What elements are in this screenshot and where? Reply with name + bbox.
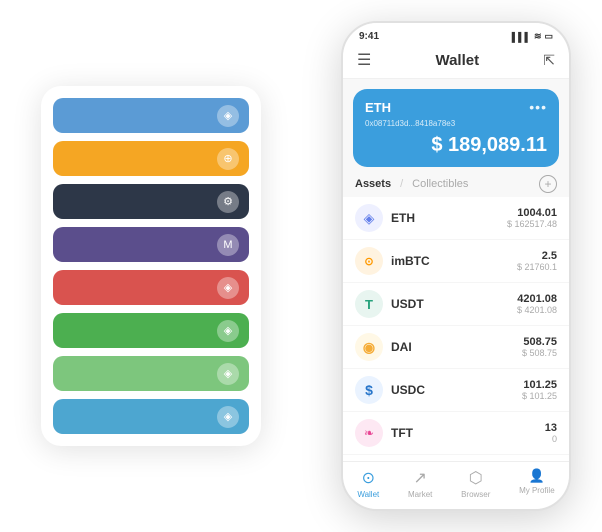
bg-row-icon-3: ⚙	[217, 191, 239, 213]
asset-row-usdt[interactable]: T USDT 4201.08 $ 4201.08	[343, 283, 569, 326]
eth-values: 1004.01 $ 162517.48	[507, 207, 557, 229]
tab-collectibles[interactable]: Collectibles	[412, 178, 468, 190]
bg-row-4: M	[53, 227, 249, 262]
battery-icon: ▭	[544, 31, 553, 42]
imbtc-name: imBTC	[391, 254, 517, 268]
imbtc-usd: $ 21760.1	[517, 262, 557, 272]
tft-icon: ❧	[355, 419, 383, 447]
usdc-amount: 101.25	[522, 379, 557, 391]
phone-frame: 9:41 ▌▌▌ ≋ ▭ ☰ Wallet ⇱ ETH ••• 0x08711d…	[341, 21, 571, 511]
bg-row-2: ⊕	[53, 141, 249, 176]
bg-row-icon-7: ◈	[217, 363, 239, 385]
wallet-footer-icon: ⊙	[362, 468, 375, 488]
bg-row-5: ◈	[53, 270, 249, 305]
bg-row-8: ◈	[53, 399, 249, 434]
tab-assets[interactable]: Assets	[355, 178, 391, 190]
tft-values: 13 0	[545, 422, 557, 444]
bg-row-7: ◈	[53, 356, 249, 391]
usdc-icon: $	[355, 376, 383, 404]
wallet-footer-label: Wallet	[357, 490, 379, 499]
menu-icon[interactable]: ☰	[357, 50, 371, 70]
dai-amount: 508.75	[522, 336, 557, 348]
phone-header: ☰ Wallet ⇱	[343, 44, 569, 79]
page-title: Wallet	[435, 52, 479, 69]
eth-icon: ◈	[355, 204, 383, 232]
asset-row-tft[interactable]: ❧ TFT 13 0	[343, 412, 569, 455]
market-footer-icon: ↗	[413, 468, 426, 488]
usdt-values: 4201.08 $ 4201.08	[517, 293, 557, 315]
bg-row-1: ◈	[53, 98, 249, 133]
asset-row-imbtc[interactable]: ⊙ imBTC 2.5 $ 21760.1	[343, 240, 569, 283]
status-icons: ▌▌▌ ≋ ▭	[512, 31, 553, 42]
tft-name: TFT	[391, 426, 545, 440]
wallet-token-name: ETH	[365, 100, 391, 115]
profile-footer-label: My Profile	[519, 486, 555, 495]
footer-market[interactable]: ↗ Market	[408, 468, 432, 499]
eth-name: ETH	[391, 211, 507, 225]
asset-row-dai[interactable]: ◉ DAI 508.75 $ 508.75	[343, 326, 569, 369]
wallet-card: ETH ••• 0x08711d3d...8418a78e3 $ 189,089…	[353, 89, 559, 167]
bg-row-icon-8: ◈	[217, 406, 239, 428]
scene: ◈ ⊕ ⚙ M ◈ ◈ ◈ ◈ 9:41 ▌▌▌ ≋	[11, 11, 591, 521]
usdc-name: USDC	[391, 383, 522, 397]
imbtc-amount: 2.5	[517, 250, 557, 262]
bg-row-icon-5: ◈	[217, 277, 239, 299]
assets-list: ◈ ETH 1004.01 $ 162517.48 ⊙ imBTC 2.5 $ …	[343, 197, 569, 461]
dai-values: 508.75 $ 508.75	[522, 336, 557, 358]
wallet-address: 0x08711d3d...8418a78e3	[365, 119, 547, 128]
phone-footer: ⊙ Wallet ↗ Market ⬡ Browser 👤 My Profile	[343, 461, 569, 509]
status-bar: 9:41 ▌▌▌ ≋ ▭	[343, 23, 569, 44]
expand-icon[interactable]: ⇱	[543, 52, 555, 69]
wifi-icon: ≋	[534, 31, 542, 42]
profile-footer-icon: 👤	[529, 468, 545, 484]
bg-card: ◈ ⊕ ⚙ M ◈ ◈ ◈ ◈	[41, 86, 261, 446]
phone-content: ETH ••• 0x08711d3d...8418a78e3 $ 189,089…	[343, 79, 569, 461]
bg-row-icon-6: ◈	[217, 320, 239, 342]
bg-row-6: ◈	[53, 313, 249, 348]
browser-footer-icon: ⬡	[469, 468, 483, 488]
usdt-name: USDT	[391, 297, 517, 311]
wallet-more-icon[interactable]: •••	[529, 99, 547, 115]
dai-icon: ◉	[355, 333, 383, 361]
footer-profile[interactable]: 👤 My Profile	[519, 468, 555, 499]
footer-wallet[interactable]: ⊙ Wallet	[357, 468, 379, 499]
imbtc-icon: ⊙	[355, 247, 383, 275]
usdc-usd: $ 101.25	[522, 391, 557, 401]
imbtc-values: 2.5 $ 21760.1	[517, 250, 557, 272]
dai-usd: $ 508.75	[522, 348, 557, 358]
tab-divider: /	[400, 178, 403, 190]
tft-amount: 13	[545, 422, 557, 434]
eth-amount: 1004.01	[507, 207, 557, 219]
dai-name: DAI	[391, 340, 522, 354]
bg-row-icon-1: ◈	[217, 105, 239, 127]
bg-row-3: ⚙	[53, 184, 249, 219]
usdt-icon: T	[355, 290, 383, 318]
usdt-usd: $ 4201.08	[517, 305, 557, 315]
footer-browser[interactable]: ⬡ Browser	[461, 468, 490, 499]
bg-row-icon-2: ⊕	[217, 148, 239, 170]
wallet-card-header: ETH •••	[365, 99, 547, 115]
assets-header: Assets / Collectibles +	[343, 167, 569, 197]
market-footer-label: Market	[408, 490, 432, 499]
assets-tabs: Assets / Collectibles	[355, 178, 468, 190]
signal-icon: ▌▌▌	[512, 32, 531, 42]
eth-usd: $ 162517.48	[507, 219, 557, 229]
tft-usd: 0	[545, 434, 557, 444]
bg-row-icon-4: M	[217, 234, 239, 256]
wallet-amount: $ 189,089.11	[365, 134, 547, 157]
asset-row-eth[interactable]: ◈ ETH 1004.01 $ 162517.48	[343, 197, 569, 240]
browser-footer-label: Browser	[461, 490, 490, 499]
usdt-amount: 4201.08	[517, 293, 557, 305]
asset-row-usdc[interactable]: $ USDC 101.25 $ 101.25	[343, 369, 569, 412]
add-asset-button[interactable]: +	[539, 175, 557, 193]
status-time: 9:41	[359, 31, 379, 42]
usdc-values: 101.25 $ 101.25	[522, 379, 557, 401]
